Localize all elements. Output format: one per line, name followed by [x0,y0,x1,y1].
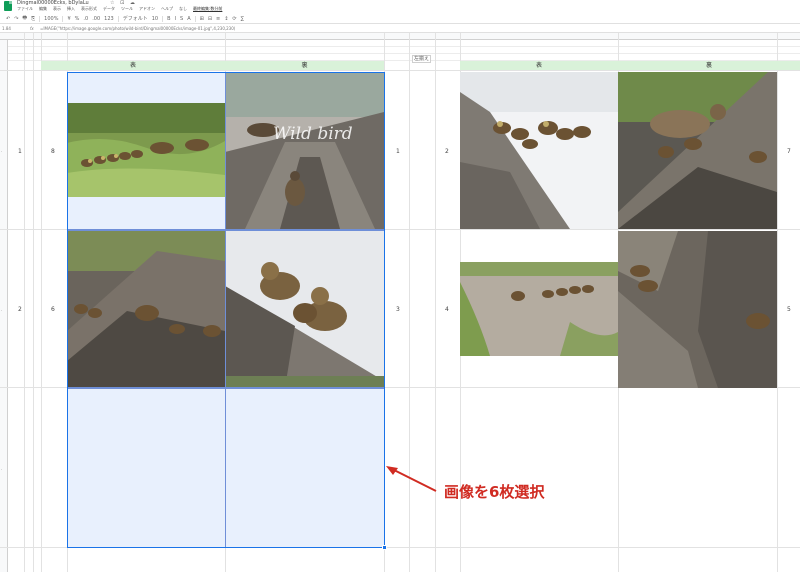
annotation-arrow-icon [386,466,437,492]
more-formats-button[interactable]: 123 [104,16,114,22]
menu-data[interactable]: データ [103,6,115,12]
redo-icon[interactable]: ↷ [14,16,18,22]
grid-row[interactable] [8,40,800,47]
cell-number-6: 6 [51,306,55,313]
font-select[interactable]: デフォルト [123,15,148,22]
cell-number-5: 5 [787,306,791,313]
row-header-label[interactable]: · [1,149,2,154]
photo-ducklings-water-image [460,72,618,229]
fill-color-icon[interactable]: ⊞ [200,16,204,22]
menu-bar: ファイル 編集 表示 挿入 表示形式 データ ツール アドオン ヘルプ なし 最… [17,6,222,12]
zoom-select[interactable]: 100% [44,16,58,22]
print-icon[interactable]: 🖶 [22,15,27,23]
strikethrough-button[interactable]: S [180,16,183,22]
cell-number-4: 4 [445,306,449,313]
selection-drag-handle[interactable] [382,545,387,550]
band-front-left[interactable]: 表 [41,61,225,70]
cell-number-8: 8 [51,148,55,155]
functions-icon[interactable]: ∑ [241,16,244,22]
band-back-left[interactable]: 裏 [225,61,384,70]
grid-line [777,33,778,572]
sheets-logo-icon[interactable] [4,1,12,11]
photo-ducklings-path-image [460,262,618,356]
italic-button[interactable]: I [175,16,176,22]
photo-ducklings-corner-image [618,231,777,388]
fx-icon: fx [30,26,34,31]
grid-line [0,70,800,71]
menu-help[interactable]: ヘルプ [161,6,173,12]
cell-number-3: 3 [396,306,400,313]
photo-ducklings-path[interactable] [460,262,618,356]
align-icon[interactable]: ≡ [216,16,220,22]
bold-button[interactable]: B [167,16,170,22]
annotation-text: 画像を6枚選択 [444,483,545,501]
band-front-right[interactable]: 表 [460,61,618,70]
row-label-2: 2 [18,306,22,313]
selection-border [67,72,385,548]
menu-insert[interactable]: 挿入 [67,6,75,12]
grid-row[interactable] [8,54,800,61]
toolbar-divider [117,15,119,22]
row-header-column[interactable] [0,40,8,572]
percent-format-button[interactable]: % [75,16,80,22]
grid-line [33,33,34,572]
menu-edit[interactable]: 編集 [39,6,47,12]
borders-icon[interactable]: ⊟ [208,16,212,22]
undo-icon[interactable]: ↶ [6,16,10,22]
cell-number-2: 2 [445,148,449,155]
last-edit-link[interactable]: 最終編集:数分前 [193,6,222,12]
formula-input[interactable]: =IMAGE("https://image.google.com/photo/w… [40,24,420,33]
row-header-label[interactable]: · [1,467,2,472]
menu-addons[interactable]: アドオン [139,6,155,12]
menu-file[interactable]: ファイル [17,6,33,12]
photo-ducklings-corner[interactable] [618,231,777,388]
grid-line [41,33,42,572]
formula-bar: 1.84 fx =IMAGE("https://image.google.com… [0,24,800,33]
grid-row[interactable] [8,47,800,54]
vertical-align-icon[interactable]: ↕ [224,16,228,22]
cell-number-7: 7 [787,148,791,155]
font-size-select[interactable]: 10 [152,16,158,22]
decrease-decimal-button[interactable]: .0 [83,16,88,22]
align-note-label: 左揃え [412,55,432,63]
name-box[interactable]: 1.84 [2,24,11,33]
menu-tools[interactable]: ツール [121,6,133,12]
toolbar-divider [62,15,64,22]
currency-format-button[interactable]: ¥ [67,16,70,22]
toolbar-divider [39,15,41,22]
toolbar-divider [194,15,196,22]
increase-decimal-button[interactable]: .00 [92,16,100,22]
band-back-right[interactable]: 裏 [618,61,800,70]
row-label-1: 1 [18,148,22,155]
menu-format[interactable]: 表示形式 [81,6,97,12]
row-header-label[interactable]: · [1,308,2,313]
paint-format-icon[interactable]: ⎘ [31,16,35,22]
menu-view[interactable]: 表示 [53,6,61,12]
photo-ducklings-water[interactable] [460,72,618,229]
photo-duck-family[interactable] [618,72,777,229]
toolbar-divider [162,15,164,22]
text-rotation-icon[interactable]: ⟳ [232,16,236,22]
toolbar: ↶ ↷ 🖶 ⎘ 100% ¥ % .0 .00 123 デフォルト 10 B I… [0,14,800,24]
text-color-button[interactable]: A [187,16,190,22]
menu-extra[interactable]: なし [179,6,187,12]
grid-line [24,33,25,572]
photo-duck-family-image [618,72,777,229]
column-header-row[interactable] [0,33,800,40]
cell-number-1: 1 [396,148,400,155]
